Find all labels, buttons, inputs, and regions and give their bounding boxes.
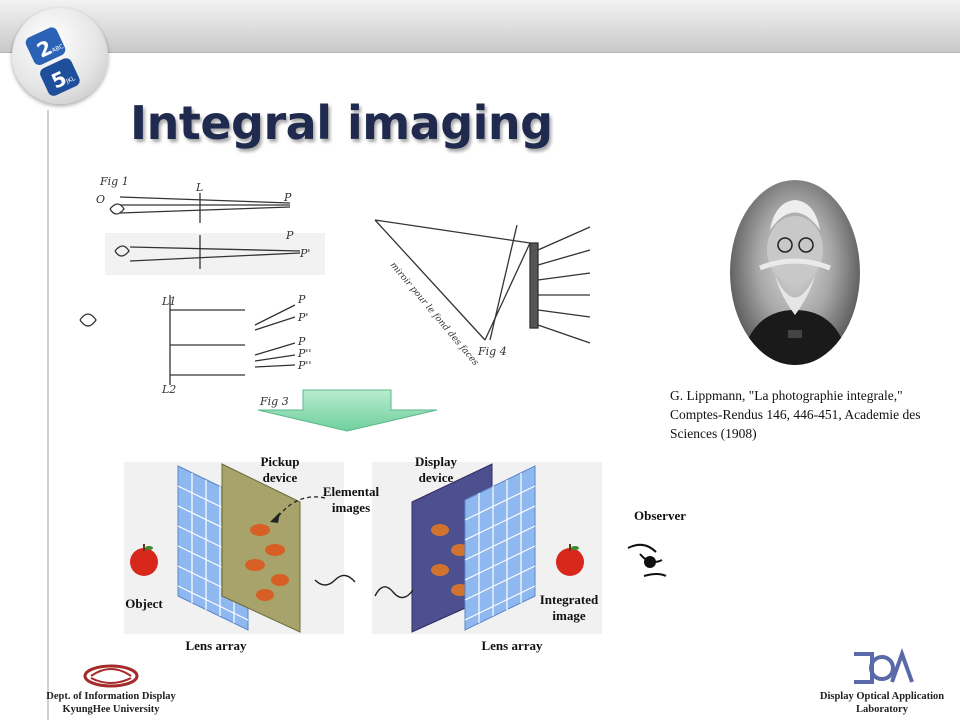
svg-text:L1: L1 [161,295,176,308]
svg-text:P': P' [297,311,308,324]
integrated-image-label: Integrated image [539,592,599,623]
svg-text:L2: L2 [161,383,176,396]
footer-university-name: KyungHee University [62,704,160,715]
integral-imaging-diagram: Pickup device Elemental images Display d… [110,450,710,660]
lens-array-left-label: Lens array [185,638,247,653]
footer-lab-line2: Laboratory [856,704,908,715]
left-divider [47,110,49,720]
svg-text:P'': P'' [297,359,311,372]
svg-text:P': P' [299,247,310,260]
lab-logo-icon [854,648,914,684]
footer-lab: Display Optical Application Laboratory [812,648,952,716]
university-logo-icon [83,664,139,688]
pickup-device-label: Pickup device [260,454,300,485]
svg-text:L: L [195,181,203,194]
lippmann-citation: G. Lippmann, "La photographie integrale,… [670,388,921,441]
svg-text:miroir pour le fond des faces: miroir pour le fond des faces [388,261,481,369]
top-banner [0,0,960,53]
slide-title: Integral imaging [130,96,553,150]
lippmann-portrait [730,180,860,365]
lippmann-sketch: Fig 1 O L P P P' L1 L2 P P' P P'' P'' Fi… [79,175,591,408]
svg-text:Fig 1: Fig 1 [99,175,129,188]
svg-text:P: P [283,191,292,204]
object-label: Object [125,596,163,611]
svg-text:P: P [285,229,294,242]
svg-text:O: O [96,193,105,206]
lens-array-right-label: Lens array [481,638,543,653]
eye-icon [627,543,667,577]
keypad-logo: 2 ABC 5 JKL [12,8,108,104]
footer-university: Dept. of Information Display KyungHee Un… [26,664,196,716]
down-arrow-icon [257,389,438,432]
svg-text:P: P [297,293,306,306]
footer-dept: Dept. of Information Display [46,691,176,702]
svg-text:Fig 4: Fig 4 [477,345,507,358]
elemental-images-label: Elemental images [322,484,380,515]
footer-lab-line1: Display Optical Application [819,691,945,702]
observer-label: Observer [634,508,686,523]
display-device-label: Display device [415,454,457,485]
